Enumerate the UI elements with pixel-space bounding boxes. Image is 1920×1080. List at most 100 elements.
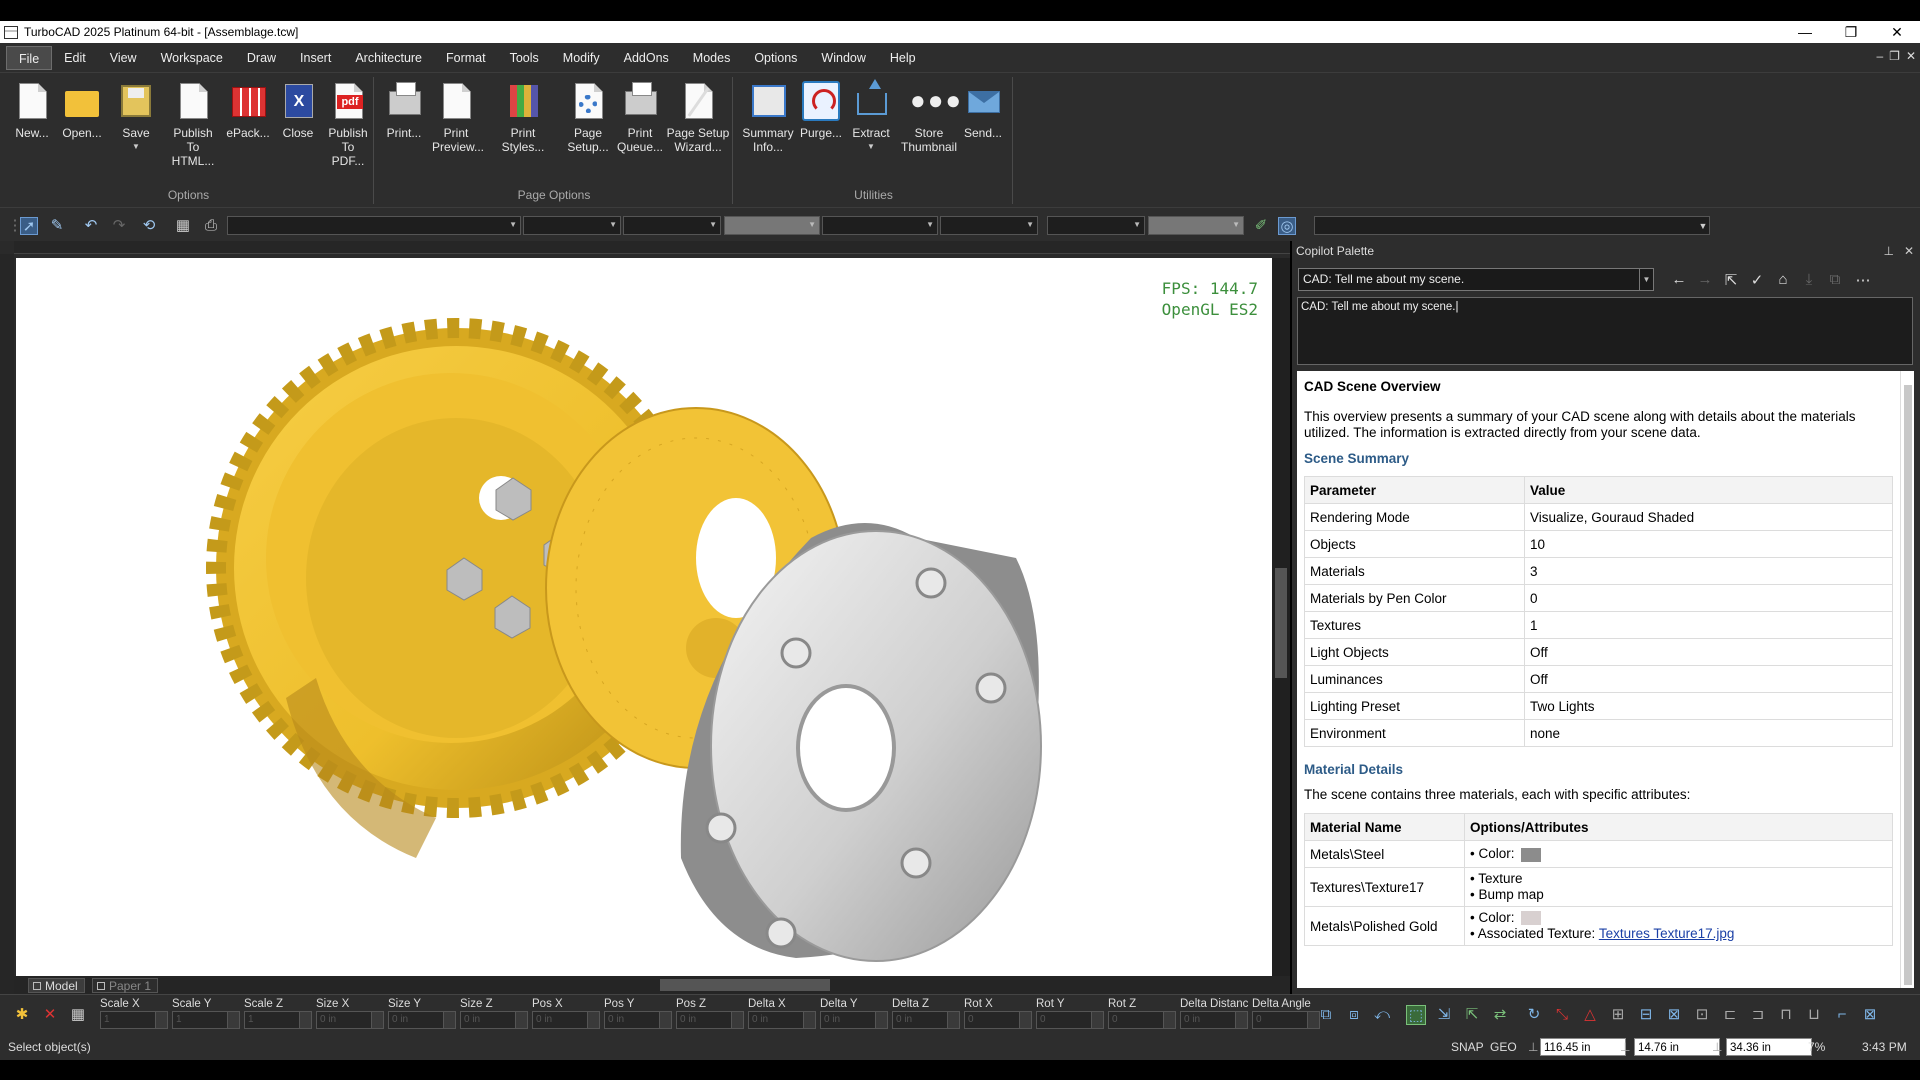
viewport-vscroll-thumb[interactable]	[1275, 568, 1287, 678]
extend-icon[interactable]: ⊏	[1720, 1005, 1740, 1025]
workplane-icon[interactable]: ⊠	[1860, 1005, 1880, 1025]
distribute-icon[interactable]: ⊠	[1664, 1005, 1684, 1025]
print-styles-button[interactable]: Print Styles...	[488, 81, 558, 154]
clear-icon[interactable]: ✓	[1746, 271, 1768, 289]
rotate-icon[interactable]: ↻	[1524, 1005, 1544, 1025]
inspector-field-input[interactable]: 0 in	[676, 1011, 744, 1029]
new-button[interactable]: New...	[8, 81, 56, 140]
inspector-field-input[interactable]: 0 in	[532, 1011, 600, 1029]
doc-minimize-button[interactable]: ‒	[1876, 49, 1883, 63]
inspector-field-input[interactable]: 0 in	[820, 1011, 888, 1029]
ungroup-icon[interactable]: ⧈	[1344, 1005, 1364, 1025]
copilot-toggle-icon[interactable]: ◎	[1278, 217, 1296, 235]
doc-restore-button[interactable]: ❐	[1889, 49, 1900, 63]
copy-icon[interactable]: ⧉	[1824, 271, 1846, 289]
tab-paper-1[interactable]: Paper 1	[92, 978, 159, 993]
y-coordinate-field[interactable]: 14.76 in	[1634, 1038, 1720, 1056]
copy-move-icon[interactable]: ⇄	[1490, 1005, 1510, 1025]
redo-icon[interactable]: ↷	[110, 217, 128, 235]
mirror-icon[interactable]: △	[1580, 1005, 1600, 1025]
forward-arrow-icon[interactable]: →	[1694, 271, 1716, 289]
close-window-button[interactable]: ✕	[1874, 21, 1920, 43]
measure-icon[interactable]: ⌐	[1832, 1005, 1852, 1025]
combo-dropdown-icon[interactable]: ▼	[1639, 269, 1653, 290]
layer-combo[interactable]: ▼	[227, 216, 521, 235]
menu-draw[interactable]: Draw	[235, 46, 288, 70]
prompt-input[interactable]: CAD: Tell me about my scene.|	[1297, 297, 1913, 365]
restore-button[interactable]: ❐	[1828, 21, 1874, 43]
array-icon[interactable]: ⊞	[1608, 1005, 1628, 1025]
response-scroll-thumb[interactable]	[1904, 385, 1912, 985]
menu-edit[interactable]: Edit	[52, 46, 98, 70]
publish-html-button[interactable]: Publish To HTML...	[168, 81, 218, 168]
repeat-command-icon[interactable]: ⟲	[140, 217, 158, 235]
menu-modify[interactable]: Modify	[551, 46, 612, 70]
command-combo[interactable]	[1314, 216, 1710, 235]
save-button[interactable]: Save ▼	[112, 81, 160, 154]
publish-pdf-button[interactable]: pdf Publish To PDF...	[324, 81, 372, 168]
z-coordinate-field[interactable]: 34.36 in	[1726, 1038, 1812, 1056]
inspector-field-input[interactable]: 0 in	[748, 1011, 816, 1029]
share-icon[interactable]: ⇱	[1720, 271, 1742, 289]
pin-icon[interactable]: ⊥	[1883, 244, 1893, 258]
extract-dropdown-arrow[interactable]: ▼	[847, 140, 895, 154]
snap-toggle[interactable]: SNAP	[1451, 1040, 1484, 1054]
doc-close-button[interactable]: ✕	[1906, 49, 1916, 63]
printer-small-icon[interactable]: ⎙	[202, 217, 220, 235]
local-mode-icon[interactable]: ⬚	[1406, 1005, 1426, 1025]
menu-tools[interactable]: Tools	[498, 46, 551, 70]
back-arrow-icon[interactable]: ←	[1668, 271, 1690, 289]
inspector-field-input[interactable]: 1	[100, 1011, 168, 1029]
reference-point-icon[interactable]: ⇲	[1434, 1005, 1454, 1025]
inspector-field-input[interactable]: 0	[964, 1011, 1032, 1029]
tab-model[interactable]: Model	[28, 978, 85, 993]
response-scrollbar[interactable]	[1900, 371, 1914, 988]
print-queue-button[interactable]: Print Queue...	[616, 81, 664, 154]
menu-modes[interactable]: Modes	[681, 46, 743, 70]
inspector-field-input[interactable]: 0	[1252, 1011, 1320, 1029]
inspector-field-input[interactable]: 0 in	[388, 1011, 456, 1029]
fit-icon[interactable]: ⊡	[1692, 1005, 1712, 1025]
menu-window[interactable]: Window	[809, 46, 877, 70]
inspector-field-input[interactable]: 0	[1036, 1011, 1104, 1029]
app-icon[interactable]	[4, 25, 18, 39]
color-combo[interactable]: ▼	[523, 216, 621, 235]
viewport-vertical-scrollbar[interactable]	[1272, 258, 1290, 976]
drawing-viewport[interactable]: FPS: 144.7 OpenGL ES2	[16, 258, 1272, 976]
epack-button[interactable]: ePack...	[224, 81, 272, 140]
menu-help[interactable]: Help	[878, 46, 928, 70]
geo-toggle[interactable]: GEO	[1490, 1040, 1517, 1054]
undo-icon[interactable]: ↶	[82, 217, 100, 235]
menu-workspace[interactable]: Workspace	[149, 46, 235, 70]
menu-architecture[interactable]: Architecture	[343, 46, 434, 70]
opacity-combo[interactable]: ▼	[1148, 216, 1244, 235]
menu-view[interactable]: View	[98, 46, 149, 70]
pen-pattern-combo[interactable]: ▼	[822, 216, 938, 235]
menu-format[interactable]: Format	[434, 46, 498, 70]
menu-addons[interactable]: AddOns	[612, 46, 681, 70]
inspector-field-input[interactable]: 0 in	[460, 1011, 528, 1029]
stretch-icon[interactable]: ⊓	[1776, 1005, 1796, 1025]
purge-button[interactable]: Purge...	[797, 81, 845, 140]
save-dropdown-arrow[interactable]: ▼	[112, 140, 160, 154]
more-options-icon[interactable]: ⋯	[1852, 271, 1874, 289]
inspector-field-input[interactable]: 0 in	[316, 1011, 384, 1029]
texture-file-link[interactable]: Textures Texture17.jpg	[1599, 926, 1735, 941]
print-button[interactable]: Print...	[380, 81, 428, 140]
command-combo-arrow-icon[interactable]: ▼	[1694, 217, 1712, 235]
pen-style-combo[interactable]: ▼	[623, 216, 721, 235]
summary-info-button[interactable]: Summary Info...	[741, 81, 795, 154]
move-icon[interactable]: ⇱	[1462, 1005, 1482, 1025]
print-preview-button[interactable]: Print Preview...	[432, 81, 484, 154]
inspector-field-input[interactable]: 0 in	[1180, 1011, 1248, 1029]
layer-table-icon[interactable]: ▦	[174, 217, 192, 235]
menu-options[interactable]: Options	[742, 46, 809, 70]
select-arrow-icon[interactable]: ➚	[20, 217, 38, 235]
minimize-button[interactable]: —	[1782, 21, 1828, 43]
page-setup-button[interactable]: Page Setup...	[564, 81, 612, 154]
group-icon[interactable]: ⧉	[1316, 1005, 1336, 1025]
x-coordinate-field[interactable]: 116.45 in	[1540, 1038, 1626, 1056]
open-button[interactable]: Open...	[58, 81, 106, 140]
close-doc-button[interactable]: X Close	[274, 81, 322, 140]
edit-tool-icon[interactable]: ✎	[48, 217, 66, 235]
